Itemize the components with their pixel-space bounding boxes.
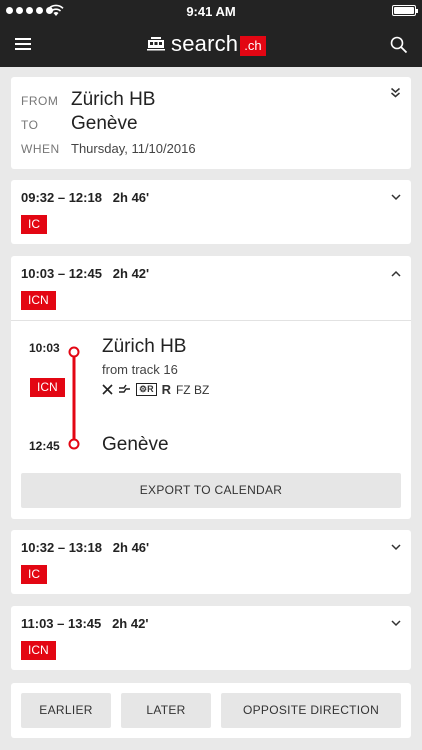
connection-duration: 2h 46' — [112, 540, 150, 555]
later-button[interactable]: LATER — [121, 693, 211, 728]
from-value: Zürich HB — [71, 89, 156, 110]
brand-tld: .ch — [240, 35, 266, 56]
status-bar: 9:41 AM — [0, 0, 422, 22]
arrival-time: 12:45 — [29, 439, 60, 453]
train-features: ⚙R R FZ BZ — [102, 382, 209, 397]
class-codes: FZ BZ — [175, 382, 210, 397]
brand-logo: search .ch — [147, 31, 266, 57]
earlier-button[interactable]: EARLIER — [21, 693, 111, 728]
connection-duration: 2h 42' — [112, 616, 149, 631]
status-time: 9:41 AM — [186, 4, 236, 19]
departure-station: Zürich HB — [102, 336, 187, 357]
train-type-badge: IC — [21, 215, 47, 234]
train-type-badge: IC — [21, 565, 47, 584]
footer-actions: EARLIER LATER OPPOSITE DIRECTION — [11, 683, 411, 738]
chevron-down-icon[interactable] — [391, 620, 401, 627]
chevron-down-icon[interactable] — [391, 544, 401, 551]
to-value: Genève — [71, 113, 138, 134]
route-timeline — [68, 346, 80, 450]
chevron-up-icon[interactable] — [391, 270, 401, 277]
opposite-direction-button[interactable]: OPPOSITE DIRECTION — [221, 693, 401, 728]
double-chevron-down-icon[interactable] — [390, 87, 401, 98]
when-value: Thursday, 11/10/2016 — [71, 141, 196, 156]
battery-icon — [392, 5, 418, 16]
top-navbar: search .ch — [0, 22, 422, 67]
arrival-station: Genève — [102, 434, 169, 455]
train-type-badge: ICN — [21, 641, 56, 660]
brand-name: search — [171, 31, 239, 56]
train-type-badge: ICN — [30, 378, 65, 397]
bicycle-reservation-icon: ⚙R — [136, 383, 157, 396]
connection-times: 11:03 – 13:45 — [21, 616, 102, 631]
chevron-down-icon[interactable] — [391, 194, 401, 201]
connection-header: 10:32 – 13:18 2h 46' — [21, 540, 149, 555]
when-row: WHEN Thursday, 11/10/2016 — [21, 141, 196, 156]
connection-duration: 2h 42' — [112, 266, 150, 281]
connection-card[interactable]: 10:32 – 13:18 2h 46' IC — [11, 530, 411, 594]
connection-card-expanded[interactable]: 10:03 – 12:45 2h 42' ICN 10:03 Zürich HB… — [11, 256, 411, 519]
from-row: FROM Zürich HB — [21, 89, 155, 111]
connection-times: 10:32 – 13:18 — [21, 540, 102, 555]
restaurant-icon — [102, 384, 113, 395]
connection-card[interactable]: 09:32 – 12:18 2h 46' IC — [11, 180, 411, 244]
connection-header: 10:03 – 12:45 2h 42' — [21, 266, 149, 281]
reservation-label: R — [161, 382, 171, 397]
departure-time: 10:03 — [29, 341, 60, 355]
when-label: WHEN — [21, 142, 60, 156]
divider — [11, 320, 411, 321]
search-icon[interactable] — [390, 36, 408, 54]
train-logo-icon — [147, 37, 165, 51]
to-label: TO — [21, 118, 39, 132]
export-to-calendar-button[interactable]: EXPORT TO CALENDAR — [21, 473, 401, 508]
minibar-icon — [119, 384, 130, 393]
train-type-badge: ICN — [21, 291, 56, 310]
connection-times: 09:32 – 12:18 — [21, 190, 102, 205]
from-label: FROM — [21, 94, 59, 108]
connection-card[interactable]: 11:03 – 13:45 2h 42' ICN — [11, 606, 411, 670]
connection-duration: 2h 46' — [112, 190, 150, 205]
hamburger-menu-icon[interactable] — [15, 38, 31, 50]
connection-times: 10:03 – 12:45 — [21, 266, 102, 281]
to-row: TO Genève — [21, 113, 138, 135]
connection-header: 09:32 – 12:18 2h 46' — [21, 190, 149, 205]
connection-header: 11:03 – 13:45 2h 42' — [21, 616, 148, 631]
query-summary-card[interactable]: FROM Zürich HB TO Genève WHEN Thursday, … — [11, 77, 411, 169]
departure-track: from track 16 — [102, 362, 178, 377]
